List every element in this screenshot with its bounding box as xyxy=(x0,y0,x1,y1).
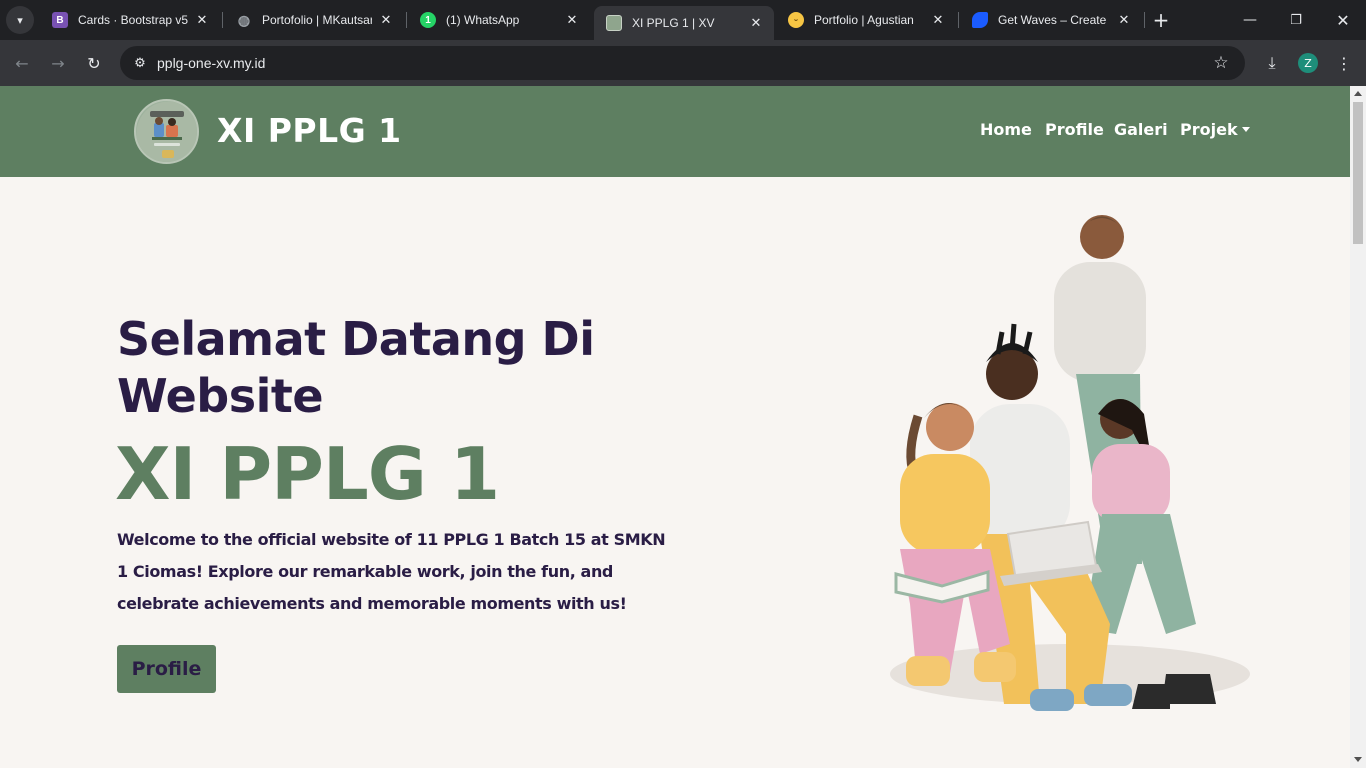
whatsapp-icon: 1 xyxy=(420,12,436,28)
class-logo[interactable] xyxy=(134,99,199,164)
reload-icon[interactable]: ↻ xyxy=(82,51,106,75)
new-tab-plus-icon[interactable]: + xyxy=(1150,8,1172,32)
address-bar[interactable]: ⚙ pplg-one-xv.my.id ☆ xyxy=(120,46,1245,80)
site-navbar: XI PPLG 1 Home Profile Galeri Projek xyxy=(0,86,1350,177)
nav-link-home[interactable]: Home xyxy=(980,120,1032,139)
globe-icon: ◍ xyxy=(237,11,251,28)
browser-tab-1[interactable]: ◍ Portofolio | MKautsar ✕ xyxy=(224,6,404,34)
hero-brand-title: XI PPLG 1 xyxy=(115,432,500,516)
browser-tab-5[interactable]: Get Waves – Create S ✕ xyxy=(960,6,1142,34)
tab-close-icon[interactable]: ✕ xyxy=(1116,12,1132,28)
navbar-brand[interactable]: XI PPLG 1 xyxy=(217,111,402,150)
bootstrap-icon: B xyxy=(52,12,68,28)
browser-toolbar: ← → ↻ ⚙ pplg-one-xv.my.id ☆ ⤓ Z ⋮ xyxy=(0,40,1366,86)
site-info-tune-icon[interactable]: ⚙ xyxy=(128,51,152,75)
browser-tab-0[interactable]: B Cards · Bootstrap v5.0 ✕ xyxy=(40,6,220,34)
scroll-down-arrow-icon[interactable] xyxy=(1354,757,1362,762)
nav-link-galeri[interactable]: Galeri xyxy=(1114,120,1168,139)
profile-button[interactable]: Profile xyxy=(117,645,216,693)
scrollbar-thumb[interactable] xyxy=(1353,102,1363,244)
tab-close-icon[interactable]: ✕ xyxy=(378,12,394,28)
window-close-icon[interactable]: ✕ xyxy=(1331,8,1355,32)
url-text[interactable]: pplg-one-xv.my.id xyxy=(157,55,265,71)
forward-arrow-icon[interactable]: → xyxy=(46,51,70,75)
nav-dropdown-projek[interactable]: Projek xyxy=(1180,120,1250,139)
waves-icon xyxy=(972,12,988,28)
tab-separator xyxy=(222,12,223,28)
tab-close-icon[interactable]: ✕ xyxy=(194,12,210,28)
restore-icon[interactable]: ❐ xyxy=(1284,8,1308,32)
page-viewport: XI PPLG 1 Home Profile Galeri Projek Sel… xyxy=(0,86,1350,768)
browser-tabstrip: ▾ B Cards · Bootstrap v5.0 ✕ ◍ Portofoli… xyxy=(0,0,1366,40)
caret-down-icon xyxy=(1241,127,1250,132)
back-arrow-icon[interactable]: ← xyxy=(10,51,34,75)
hero-description: Welcome to the official website of 11 PP… xyxy=(117,530,666,613)
class-logo-graphic xyxy=(136,101,197,162)
tab-search-chevron-icon[interactable]: ▾ xyxy=(6,6,34,34)
tab-close-icon[interactable]: ✕ xyxy=(930,12,946,28)
nav-link-projek-label: Projek xyxy=(1180,120,1238,139)
students-illustration xyxy=(890,215,1250,711)
menu-kebab-icon[interactable]: ⋮ xyxy=(1332,51,1356,75)
page-scrollbar[interactable] xyxy=(1350,86,1366,768)
browser-tab-3-active[interactable]: XI PPLG 1 | XV ✕ xyxy=(594,6,774,40)
bookmark-star-icon[interactable]: ☆ xyxy=(1209,51,1233,75)
minimize-icon[interactable]: — xyxy=(1238,8,1262,32)
browser-tab-4[interactable]: ᵕ Portfolio | Agustian ✕ xyxy=(776,6,956,34)
tab-separator xyxy=(1144,12,1145,28)
tab-separator xyxy=(406,12,407,28)
site-logo-icon xyxy=(606,15,622,31)
hero-heading: Selamat Datang Di Website xyxy=(117,312,595,423)
profile-avatar[interactable]: Z xyxy=(1298,53,1318,73)
smile-emoji-icon: ᵕ xyxy=(788,12,804,28)
tab-separator xyxy=(958,12,959,28)
nav-link-profile[interactable]: Profile xyxy=(1045,120,1104,139)
browser-tab-2[interactable]: 1 (1) WhatsApp ✕ xyxy=(408,6,590,34)
scroll-up-arrow-icon[interactable] xyxy=(1354,91,1362,96)
download-icon[interactable]: ⤓ xyxy=(1260,51,1284,75)
tab-close-icon[interactable]: ✕ xyxy=(564,12,580,28)
tab-close-icon[interactable]: ✕ xyxy=(748,15,764,31)
